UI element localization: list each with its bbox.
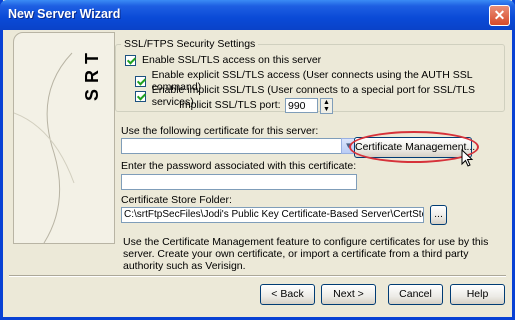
password-label: Enter the password associated with this … [121, 160, 357, 172]
store-folder-input[interactable]: C:\srtFtpSecFiles\Jodi's Public Key Cert… [121, 207, 424, 223]
implicit-port-input[interactable]: 990 [285, 98, 318, 113]
checkbox-checked-icon[interactable] [125, 54, 136, 66]
spin-up-icon[interactable]: ▲ [321, 99, 332, 106]
back-button[interactable]: < Back [260, 284, 315, 305]
group-legend: SSL/FTPS Security Settings [121, 38, 259, 50]
new-server-wizard-window: New Server Wizard ✕ SRT SSL/FTPS Securit… [0, 0, 515, 320]
browse-button[interactable]: ... [430, 205, 447, 225]
use-certificate-label: Use the following certificate for this s… [121, 125, 319, 137]
highlight-ring [349, 131, 479, 163]
close-button[interactable]: ✕ [489, 5, 510, 26]
title-bar[interactable]: New Server Wizard ✕ [0, 0, 515, 30]
implicit-port-label: Implicit SSL/TLS port: [179, 99, 281, 111]
window-title: New Server Wizard [8, 7, 121, 21]
store-folder-label: Certificate Store Folder: [121, 194, 232, 206]
next-button[interactable]: Next > [321, 284, 376, 305]
ssl-settings-group: SSL/FTPS Security Settings Enable SSL/TL… [115, 38, 507, 114]
enable-ssl-label: Enable SSL/TLS access on this server [142, 54, 322, 66]
certificate-select[interactable] [121, 138, 349, 154]
port-spinner[interactable]: ▲ ▼ [320, 98, 333, 114]
help-button[interactable]: Help [450, 284, 505, 305]
info-text: Use the Certificate Management feature t… [123, 236, 489, 272]
srt-logo: SRT [82, 47, 102, 101]
enable-ssl-checkbox[interactable]: Enable SSL/TLS access on this server [125, 54, 321, 66]
checkbox-checked-icon[interactable] [135, 90, 146, 102]
certificate-password-input[interactable] [121, 174, 357, 190]
footer-separator [9, 275, 506, 277]
wizard-content: SRT SSL/FTPS Security Settings Enable SS… [3, 30, 512, 317]
spin-down-icon[interactable]: ▼ [321, 106, 332, 113]
logo-panel: SRT [13, 32, 115, 244]
cancel-button[interactable]: Cancel [388, 284, 443, 305]
mouse-pointer-icon [461, 149, 474, 167]
